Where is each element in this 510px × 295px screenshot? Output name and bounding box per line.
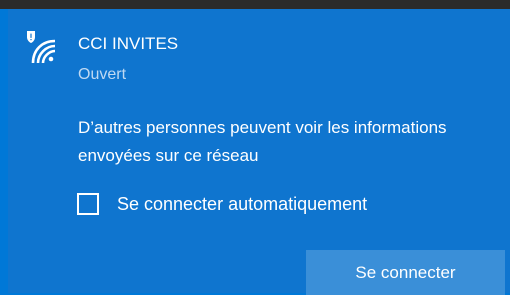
auto-connect-row[interactable]: Se connecter automatiquement xyxy=(77,191,367,217)
connect-button[interactable]: Se connecter xyxy=(306,250,505,295)
auto-connect-checkbox[interactable] xyxy=(77,193,99,215)
security-warning-text: D’autres personnes peuvent voir les info… xyxy=(78,118,447,165)
network-status: Ouvert xyxy=(78,66,127,83)
auto-connect-label[interactable]: Se connecter automatiquement xyxy=(117,193,367,215)
network-name: CCI INVITES xyxy=(78,34,179,53)
wifi-network-flyout: CCI INVITES Ouvert D’autres personnes pe… xyxy=(8,9,510,295)
top-edge-divider xyxy=(0,0,510,9)
wifi-unsecured-icon xyxy=(22,30,58,66)
